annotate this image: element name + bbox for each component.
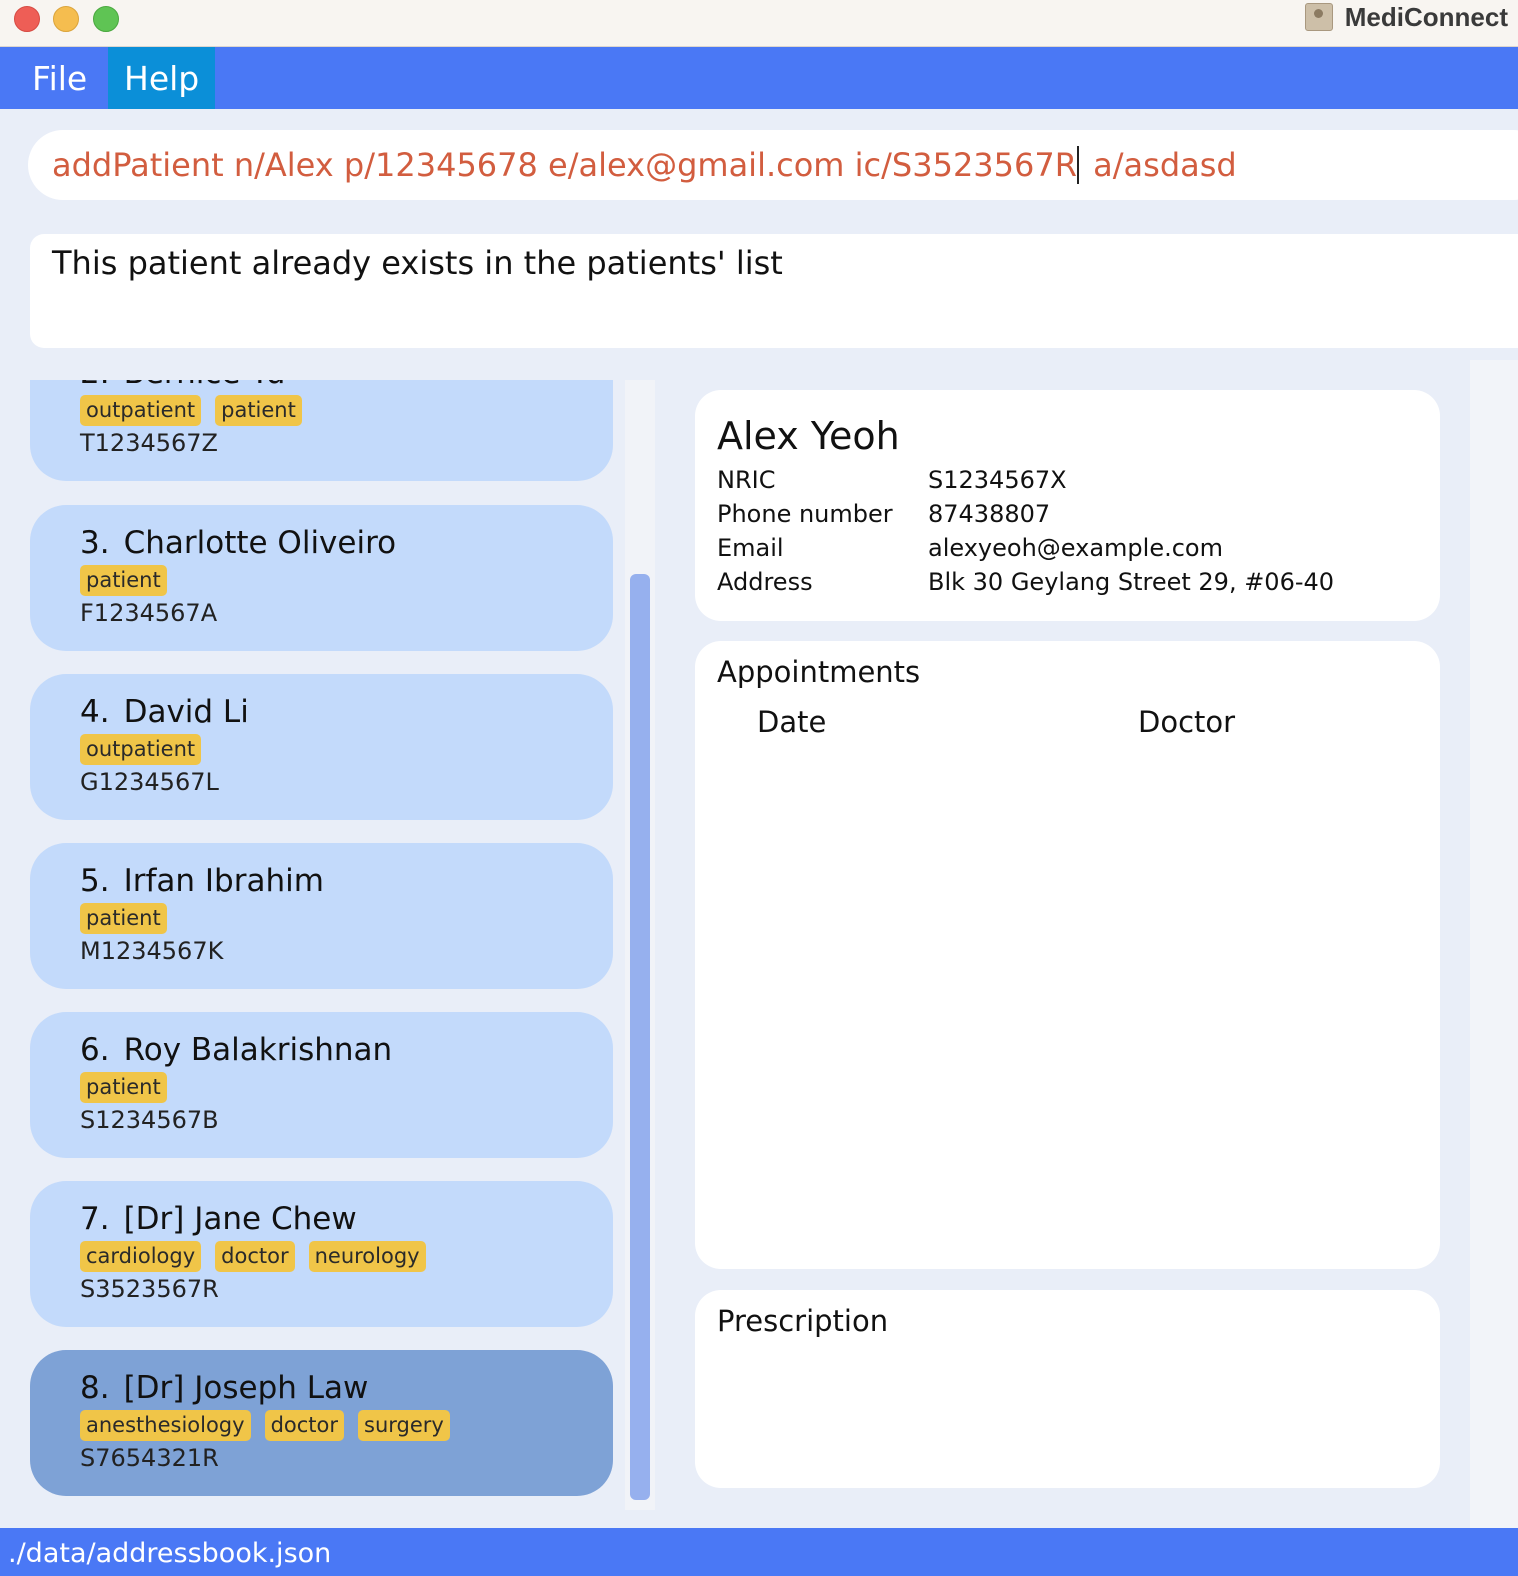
menu-file[interactable]: File <box>16 47 103 109</box>
result-message: This patient already exists in the patie… <box>52 244 783 282</box>
patient-tags: outpatient patient <box>80 395 302 426</box>
menu-bar: File Help <box>0 47 1518 109</box>
tag: doctor <box>264 1410 345 1441</box>
tag: patient <box>80 565 167 596</box>
patient-tags: outpatient <box>80 734 202 765</box>
tag: outpatient <box>80 734 202 765</box>
patient-nric: T1234567Z <box>80 429 218 457</box>
maximize-window-button[interactable] <box>93 6 119 32</box>
patient-card[interactable]: 2.Bernice Yu outpatient patient T1234567… <box>30 380 613 481</box>
appointments-date-header[interactable]: Date <box>757 705 826 739</box>
tag: patient <box>80 1072 167 1103</box>
title-bar: MediConnect <box>0 0 1518 47</box>
app-icon <box>1304 3 1333 31</box>
patient-tags: patient <box>80 1072 167 1103</box>
patient-name: 2.Bernice Yu <box>80 380 285 391</box>
patient-tags: cardiology doctor neurology <box>80 1241 426 1272</box>
list-scrollbar-thumb[interactable] <box>630 574 650 1500</box>
minimize-window-button[interactable] <box>53 6 79 32</box>
patient-name: 7. [Dr] Jane Chew <box>80 1201 357 1237</box>
window-title-text: MediConnect <box>1344 1 1508 32</box>
patient-list[interactable]: 2.Bernice Yu outpatient patient T1234567… <box>0 380 655 1510</box>
command-text-after-caret: a/asdasd <box>1082 146 1237 184</box>
tag: anesthesiology <box>80 1410 251 1441</box>
right-edge-strip <box>1470 360 1518 1528</box>
prescription-title: Prescription <box>717 1304 889 1338</box>
patient-name: 5. Irfan Ibrahim <box>80 863 324 899</box>
patient-nric: S1234567B <box>80 1106 219 1134</box>
tag: outpatient <box>80 395 202 426</box>
text-caret <box>1076 146 1079 184</box>
patient-tags: patient <box>80 565 167 596</box>
patient-nric: S3523567R <box>80 1275 219 1303</box>
tag: neurology <box>308 1241 426 1272</box>
result-display: This patient already exists in the patie… <box>30 234 1518 348</box>
tag: patient <box>215 395 302 426</box>
patient-details-panel: Alex Yeoh NRIC S1234567X Phone number 8743… <box>695 390 1440 621</box>
tag: surgery <box>358 1410 450 1441</box>
patient-nric: S7654321R <box>80 1444 219 1472</box>
patient-name: 4. David Li <box>80 694 249 730</box>
patient-name: 6. Roy Balakrishnan <box>80 1032 393 1068</box>
patient-card[interactable]: 3. Charlotte Oliveiro patient F1234567A <box>30 505 613 651</box>
prescription-panel: Prescription <box>695 1290 1440 1488</box>
patient-name: 8. [Dr] Joseph Law <box>80 1370 369 1406</box>
patient-tags: anesthesiology doctor surgery <box>80 1410 450 1441</box>
close-window-button[interactable] <box>14 6 40 32</box>
command-input[interactable]: addPatient n/Alex p/12345678 e/alex@gmai… <box>28 130 1518 200</box>
patient-nric: M1234567K <box>80 937 224 965</box>
appointments-doctor-header[interactable]: Doctor <box>1138 705 1235 739</box>
tag: doctor <box>215 1241 295 1272</box>
patient-card[interactable]: 4. David Li outpatient G1234567L <box>30 674 613 820</box>
tag: patient <box>80 903 167 934</box>
patient-card[interactable]: 5. Irfan Ibrahim patient M1234567K <box>30 843 613 989</box>
patient-tags: patient <box>80 903 167 934</box>
patient-card[interactable]: 6. Roy Balakrishnan patient S1234567B <box>30 1012 613 1158</box>
patient-nric: G1234567L <box>80 768 219 796</box>
command-text-before-caret: addPatient n/Alex p/12345678 e/alex@gmai… <box>52 146 1077 184</box>
appointments-title: Appointments <box>717 655 921 689</box>
detail-name: Alex Yeoh <box>717 414 900 458</box>
save-file-path: ./data/addressbook.json <box>8 1538 332 1569</box>
tag: cardiology <box>80 1241 202 1272</box>
window-title: MediConnect <box>1304 0 1508 34</box>
patient-nric: F1234567A <box>80 599 218 627</box>
patient-card[interactable]: 7. [Dr] Jane Chew cardiology doctor neuro… <box>30 1181 613 1327</box>
patient-card-selected[interactable]: 8. [Dr] Joseph Law anesthesiology doctor … <box>30 1350 613 1496</box>
patient-name: 3. Charlotte Oliveiro <box>80 525 397 561</box>
status-bar: ./data/addressbook.json <box>0 1528 1518 1576</box>
appointments-panel: Appointments Date Doctor <box>695 641 1440 1269</box>
menu-help[interactable]: Help <box>108 47 215 109</box>
